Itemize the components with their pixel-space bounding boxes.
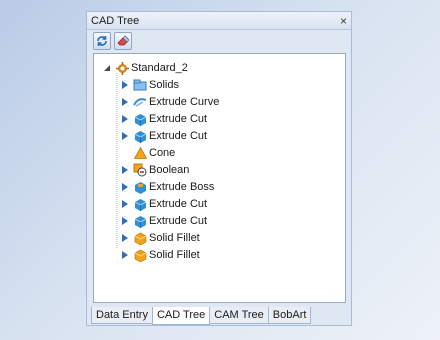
tree-item[interactable]: Solids <box>120 77 179 93</box>
solid-fillet-icon <box>133 231 147 245</box>
boolean-icon <box>133 163 147 177</box>
expand-icon[interactable] <box>120 131 130 141</box>
panel-toolbar <box>87 30 351 52</box>
expand-icon[interactable] <box>120 114 130 124</box>
tab-cam-tree[interactable]: CAM Tree <box>209 307 269 324</box>
tree-item-label: Extrude Boss <box>149 181 215 193</box>
tree-item-label: Extrude Cut <box>149 113 208 125</box>
tab-bobart[interactable]: BobArt <box>267 307 312 324</box>
solids-folder-icon <box>133 78 147 92</box>
panel-titlebar: CAD Tree × <box>87 12 351 30</box>
tree-item[interactable]: Extrude Curve <box>120 94 219 110</box>
tree-item-label: Extrude Cut <box>149 215 208 227</box>
tree-item-label: Cone <box>149 147 176 159</box>
extrude-boss-icon <box>133 180 147 194</box>
tree-item[interactable]: Extrude Cut <box>120 128 207 144</box>
eraser-icon <box>117 35 129 46</box>
tree-root[interactable]: Standard_2 <box>102 60 188 76</box>
tree-item[interactable]: Cone <box>133 145 175 161</box>
tree-item[interactable]: Solid Fillet <box>120 230 200 246</box>
tree-root-label: Standard_2 <box>131 62 188 74</box>
tab-cad-tree[interactable]: CAD Tree <box>151 307 211 325</box>
tree-item-label: Extrude Cut <box>149 198 208 210</box>
tree-item[interactable]: Extrude Cut <box>120 196 207 212</box>
expand-icon[interactable] <box>120 233 130 243</box>
extrude-curve-icon <box>133 95 147 109</box>
tree-item-label: Extrude Cut <box>149 130 208 142</box>
refresh-icon <box>97 36 107 46</box>
tab-data-entry[interactable]: Data Entry <box>91 307 153 324</box>
extrude-cut-icon <box>133 197 147 211</box>
expand-icon[interactable] <box>120 199 130 209</box>
eraser-button[interactable] <box>114 32 132 50</box>
cad-tree-view[interactable]: Standard_2 Solids Extrude Curve Extrude … <box>93 53 346 303</box>
extrude-cut-icon <box>133 112 147 126</box>
cad-tree-panel: CAD Tree × Standard_2 Solids Extrude Cur… <box>86 11 352 326</box>
panel-title: CAD Tree <box>91 14 140 27</box>
panel-tabs: Data Entry CAD Tree CAM Tree BobArt <box>91 307 312 325</box>
tree-item[interactable]: Solid Fillet <box>120 247 200 263</box>
tree-item-label: Extrude Curve <box>149 96 220 108</box>
close-icon[interactable]: × <box>340 15 347 27</box>
tree-item[interactable]: Extrude Cut <box>120 213 207 229</box>
tree-item[interactable]: Extrude Boss <box>120 179 214 195</box>
expand-icon[interactable] <box>120 182 130 192</box>
extrude-cut-icon <box>133 214 147 228</box>
extrude-cut-icon <box>133 129 147 143</box>
tree-item[interactable]: Extrude Cut <box>120 111 207 127</box>
expand-icon[interactable] <box>120 80 130 90</box>
expand-icon[interactable] <box>120 165 130 175</box>
gear-icon <box>115 61 129 75</box>
expand-icon[interactable] <box>120 250 130 260</box>
collapse-icon[interactable] <box>102 63 112 73</box>
tree-item-label: Solid Fillet <box>149 232 200 244</box>
solid-fillet-icon <box>133 248 147 262</box>
expand-icon[interactable] <box>120 97 130 107</box>
refresh-button[interactable] <box>93 32 111 50</box>
tree-item-label: Solid Fillet <box>149 249 200 261</box>
tree-item-label: Boolean <box>149 164 190 176</box>
tree-item-label: Solids <box>149 79 179 91</box>
expand-icon[interactable] <box>120 216 130 226</box>
cone-icon <box>133 146 147 160</box>
tree-item[interactable]: Boolean <box>120 162 189 178</box>
